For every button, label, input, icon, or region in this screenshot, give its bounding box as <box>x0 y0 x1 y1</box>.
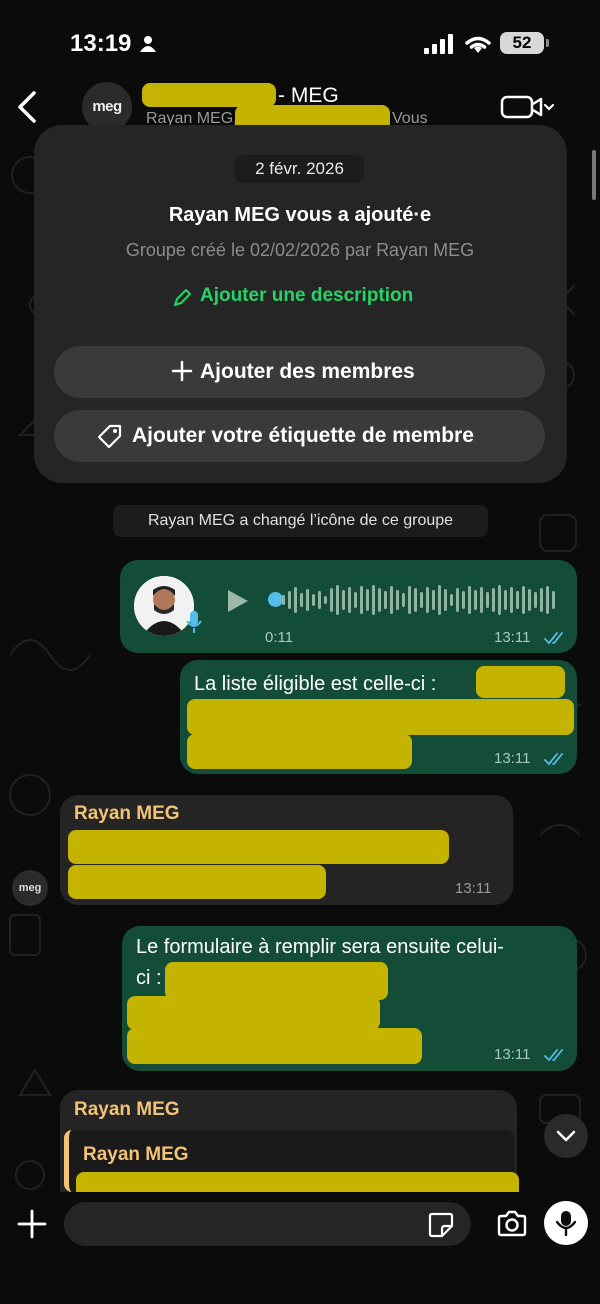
chat-screen: 13:19 52 meg - MEG Rayan MEG, Vous 2 fév… <box>0 0 600 1304</box>
plus-icon <box>171 360 193 382</box>
voice-record-button[interactable] <box>544 1201 588 1245</box>
wifi-icon <box>465 36 491 53</box>
attach-plus-icon[interactable] <box>16 1208 48 1240</box>
message-time: 13:11 <box>494 1046 531 1063</box>
redacted-text <box>68 830 449 864</box>
microphone-icon <box>556 1211 576 1236</box>
message-text: La liste éligible est celle-ci : <box>194 673 437 695</box>
read-receipt-icon <box>544 632 563 645</box>
redacted-link <box>127 1028 422 1064</box>
sender-avatar-photo <box>134 576 194 636</box>
voice-message-bubble[interactable]: 0:11 13:11 <box>120 560 577 653</box>
camera-icon[interactable] <box>496 1210 528 1238</box>
cellular-signal-icon <box>424 34 453 54</box>
message-input-bar <box>0 1192 600 1304</box>
add-members-label: Ajouter des membres <box>200 360 415 383</box>
add-member-tag-label: Ajouter votre étiquette de membre <box>132 424 474 447</box>
quoted-sender-name: Rayan MEG <box>83 1144 189 1165</box>
message-time: 13:11 <box>455 880 492 897</box>
redacted-link <box>476 666 565 698</box>
read-receipt-icon <box>544 1049 563 1062</box>
add-member-tag-button[interactable]: Ajouter votre étiquette de membre <box>54 410 545 462</box>
status-time: 13:19 <box>70 30 132 57</box>
group-created-text: Groupe créé le 02/02/2026 par Rayan MEG <box>125 240 475 260</box>
add-description-label: Ajouter une description <box>200 285 414 306</box>
outgoing-message-bubble[interactable]: La liste éligible est celle-ci : 13:11 <box>180 660 577 774</box>
person-icon <box>140 36 156 52</box>
playback-position-dot[interactable] <box>268 592 283 607</box>
microphone-icon <box>186 611 202 633</box>
chevron-down-icon <box>556 1130 576 1142</box>
message-input[interactable] <box>64 1202 471 1246</box>
sender-name: Rayan MEG <box>74 1099 180 1120</box>
redacted-title <box>142 83 276 107</box>
added-you-title: Rayan MEG vous a ajouté·e <box>168 204 432 226</box>
scroll-indicator[interactable] <box>592 150 596 200</box>
sticker-icon[interactable] <box>428 1212 454 1238</box>
battery-indicator: 52 <box>500 32 549 54</box>
redacted-link <box>165 962 388 1000</box>
message-time: 13:11 <box>494 750 531 767</box>
video-call-icon[interactable] <box>500 93 556 121</box>
scroll-to-bottom-button[interactable] <box>544 1114 588 1158</box>
status-bar: 13:19 52 <box>0 0 600 80</box>
message-text-line-2: ci : <box>136 967 162 989</box>
voice-duration: 0:11 <box>265 629 294 646</box>
add-members-button[interactable]: Ajouter des membres <box>54 346 545 398</box>
waveform[interactable] <box>282 582 557 618</box>
outgoing-message-bubble[interactable]: Le formulaire à remplir sera ensuite cel… <box>122 926 577 1071</box>
date-separator: 2 févr. 2026 <box>235 155 364 183</box>
incoming-message-bubble[interactable]: Rayan MEG 13:11 <box>60 795 513 905</box>
tag-icon <box>97 424 122 449</box>
redacted-link <box>187 734 412 769</box>
message-text-line-1: Le formulaire à remplir sera ensuite cel… <box>136 936 504 958</box>
message-time: 13:11 <box>494 629 531 646</box>
redacted-link <box>127 996 380 1030</box>
sender-name: Rayan MEG <box>74 803 180 824</box>
sender-avatar[interactable]: meg <box>12 870 48 906</box>
play-icon[interactable] <box>226 588 250 614</box>
system-notification: Rayan MEG a changé l’icône de ce groupe <box>113 505 488 537</box>
pencil-icon <box>174 289 191 306</box>
back-arrow-icon[interactable] <box>14 89 42 125</box>
read-receipt-icon <box>544 753 563 766</box>
redacted-text <box>68 865 326 899</box>
redacted-link <box>187 699 574 735</box>
